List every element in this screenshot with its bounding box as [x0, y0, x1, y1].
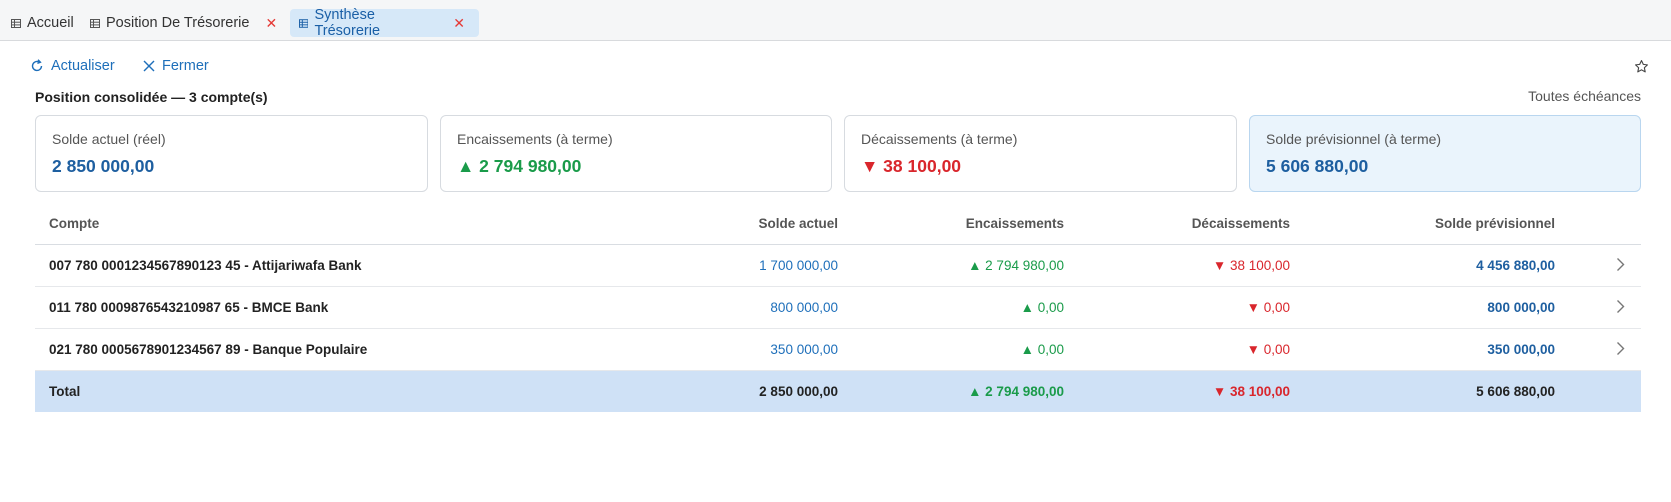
total-solde-previsionnel: 5 606 880,00 — [1290, 370, 1555, 412]
close-icon[interactable]: ✕ — [265, 15, 277, 32]
tab-synthese-tresorerie[interactable]: Synthèse Trésorerie ✕ — [290, 7, 479, 39]
header-spacer — [1555, 202, 1641, 245]
echeance-filter[interactable]: Toutes échéances — [1528, 88, 1641, 104]
row-expand[interactable] — [1555, 244, 1641, 287]
cell-compte: 021 780 0005678901234567 89 - Banque Pop… — [35, 328, 615, 371]
close-icon — [143, 60, 155, 72]
card-decaissements: Décaissements (à terme) ▼ 38 100,00 — [844, 115, 1237, 192]
card-solde-actuel: Solde actuel (réel) 2 850 000,00 — [35, 115, 428, 192]
cell-encaissements: ▲ 0,00 — [838, 328, 1064, 371]
cell-solde-previsionnel: 800 000,00 — [1290, 286, 1555, 329]
header-solde-previsionnel[interactable]: Solde prévisionnel — [1290, 202, 1555, 245]
tab-position-de-tresorerie[interactable]: Position De Trésorerie ✕ — [90, 9, 277, 37]
total-solde-actuel: 2 850 000,00 — [615, 370, 838, 412]
row-expand[interactable] — [1555, 286, 1641, 329]
summary-title: Position consolidée — 3 compte(s) — [35, 89, 268, 105]
close-label: Fermer — [162, 58, 209, 74]
table-row[interactable]: 011 780 0009876543210987 65 - BMCE Bank … — [35, 286, 1641, 329]
cell-encaissements: ▲ 0,00 — [838, 286, 1064, 329]
tab-label: Accueil — [27, 15, 74, 31]
accounts-table: Compte Solde actuel Encaissements Décais… — [35, 202, 1641, 412]
cell-decaissements: ▼ 38 100,00 — [1064, 244, 1290, 287]
card-solde-previsionnel: Solde prévisionnel (à terme) 5 606 880,0… — [1249, 115, 1641, 192]
card-value: 2 850 000,00 — [52, 156, 155, 176]
chevron-right-icon — [1617, 257, 1625, 271]
card-encaissements: Encaissements (à terme) ▲ 2 794 980,00 — [440, 115, 832, 192]
cell-decaissements: ▼ 0,00 — [1064, 286, 1290, 329]
refresh-button[interactable]: Actualiser — [30, 58, 115, 74]
header-encaissements[interactable]: Encaissements — [838, 202, 1064, 245]
cell-compte: 007 780 0001234567890123 45 - Attijariwa… — [35, 244, 615, 287]
tab-accueil[interactable]: Accueil — [11, 9, 74, 37]
tab-label: Position De Trésorerie — [106, 15, 250, 31]
card-label: Solde actuel (réel) — [52, 131, 166, 147]
table-icon — [11, 18, 21, 28]
cell-solde-actuel: 350 000,00 — [615, 328, 838, 371]
cell-solde-actuel: 1 700 000,00 — [615, 244, 838, 287]
table-icon — [299, 18, 309, 28]
table-header: Compte Solde actuel Encaissements Décais… — [35, 202, 1641, 245]
refresh-label: Actualiser — [51, 58, 115, 74]
row-expand[interactable] — [1555, 328, 1641, 371]
tab-bar: Accueil Position De Trésorerie ✕ Synthès… — [0, 0, 1671, 41]
card-label: Solde prévisionnel (à terme) — [1266, 131, 1442, 147]
total-decaissements: ▼ 38 100,00 — [1064, 370, 1290, 412]
refresh-icon — [31, 59, 43, 72]
chevron-right-icon — [1617, 299, 1625, 313]
header-decaissements[interactable]: Décaissements — [1064, 202, 1290, 245]
table-icon — [90, 18, 100, 28]
table-row[interactable]: 021 780 0005678901234567 89 - Banque Pop… — [35, 328, 1641, 371]
card-value: ▼ 38 100,00 — [861, 156, 962, 176]
close-button[interactable]: Fermer — [143, 58, 209, 74]
cell-solde-actuel: 800 000,00 — [615, 286, 838, 329]
table-row[interactable]: 007 780 0001234567890123 45 - Attijariwa… — [35, 244, 1641, 287]
total-encaissements: ▲ 2 794 980,00 — [838, 370, 1064, 412]
cell-solde-previsionnel: 350 000,00 — [1290, 328, 1555, 371]
card-value: ▲ 2 794 980,00 — [457, 156, 582, 176]
header-compte[interactable]: Compte — [35, 202, 615, 245]
close-icon[interactable]: ✕ — [453, 15, 465, 32]
total-label: Total — [35, 370, 615, 412]
cell-decaissements: ▼ 0,00 — [1064, 328, 1290, 371]
header-solde-actuel[interactable]: Solde actuel — [615, 202, 838, 245]
card-label: Décaissements (à terme) — [861, 131, 1018, 147]
chevron-right-icon — [1617, 341, 1625, 355]
star-icon[interactable] — [1634, 59, 1649, 74]
total-spacer — [1555, 370, 1641, 412]
card-label: Encaissements (à terme) — [457, 131, 613, 147]
cell-solde-previsionnel: 4 456 880,00 — [1290, 244, 1555, 287]
cell-encaissements: ▲ 2 794 980,00 — [838, 244, 1064, 287]
cell-compte: 011 780 0009876543210987 65 - BMCE Bank — [35, 286, 615, 329]
total-row: Total 2 850 000,00 ▲ 2 794 980,00 ▼ 38 1… — [35, 370, 1641, 412]
tab-label: Synthèse Trésorerie — [314, 7, 381, 39]
card-value: 5 606 880,00 — [1266, 156, 1369, 176]
